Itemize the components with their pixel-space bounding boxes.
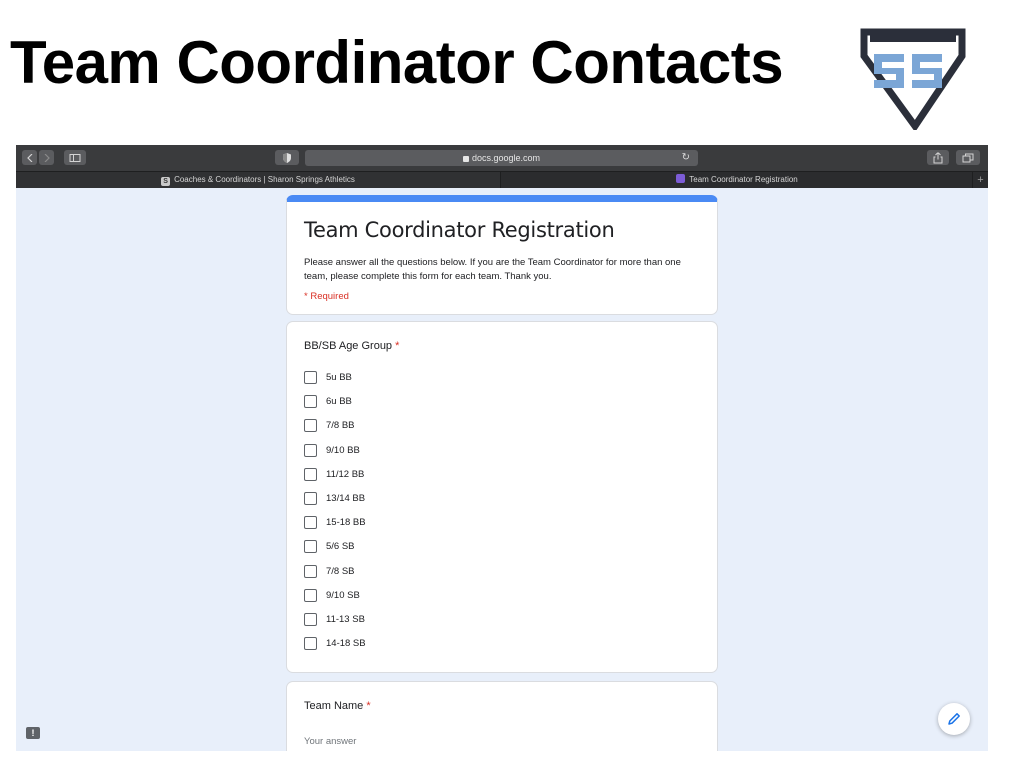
option-label: 7/8 SB	[326, 565, 355, 577]
option-label: 13/14 BB	[326, 492, 366, 504]
checkbox[interactable]	[304, 371, 317, 384]
tab-label: Team Coordinator Registration	[689, 175, 798, 184]
form-description: Please answer all the questions below. I…	[304, 257, 681, 282]
required-note: * Required	[304, 291, 349, 302]
option-label: 11/12 BB	[326, 468, 365, 480]
checkbox[interactable]	[304, 540, 317, 554]
question-title: BB/SB Age Group *	[304, 340, 399, 352]
feedback-icon[interactable]: !	[26, 727, 40, 739]
checkbox[interactable]	[304, 419, 317, 433]
option-label: 9/10 BB	[326, 444, 360, 456]
forms-icon	[676, 174, 686, 183]
forward-icon	[44, 153, 50, 162]
option-label: 9/10 SB	[326, 589, 360, 601]
option-label: 14-18 SB	[326, 638, 366, 650]
checkbox[interactable]	[304, 443, 317, 457]
checkbox[interactable]	[304, 612, 317, 626]
required-mark: *	[395, 340, 400, 352]
privacy-button[interactable]	[275, 150, 299, 165]
checkbox[interactable]	[304, 491, 317, 505]
sidebar-button[interactable]	[64, 150, 86, 165]
team-name-input[interactable]: Your answer	[304, 736, 356, 747]
tab-coaches-coordinators[interactable]: S Coaches & Coordinators | Sharon Springs…	[16, 172, 501, 188]
back-button[interactable]	[22, 150, 37, 165]
question-label: BB/SB Age Group	[304, 340, 393, 352]
team-name-question-card: Team Name * Your answer	[286, 681, 718, 751]
option-label: 7/8 BB	[326, 420, 355, 432]
share-button[interactable]	[927, 150, 949, 165]
checkbox[interactable]	[304, 516, 317, 530]
pencil-icon	[948, 713, 960, 725]
checkbox[interactable]	[304, 588, 317, 602]
address-url: docs.google.com	[471, 153, 541, 163]
slide-title: Team Coordinator Contacts	[10, 29, 784, 96]
browser-window: docs.google.com ↻ S Coaches & Coordinator…	[16, 145, 988, 751]
sharon-springs-logo	[860, 28, 966, 130]
option-label: 5u BB	[326, 372, 352, 383]
share-icon	[933, 152, 943, 163]
edit-button[interactable]	[938, 703, 970, 735]
browser-toolbar: docs.google.com ↻	[16, 145, 988, 171]
checkbox[interactable]	[304, 467, 317, 481]
form-title: Team Coordinator Registration	[304, 218, 615, 242]
form-header-card: Team Coordinator Registration Please ans…	[286, 195, 718, 315]
checkbox[interactable]	[304, 395, 317, 409]
address-bar[interactable]: docs.google.com ↻	[305, 150, 698, 166]
forward-button[interactable]	[39, 150, 54, 165]
tabs-overview-button[interactable]	[956, 150, 980, 165]
tabs-icon	[962, 153, 974, 162]
sharon-springs-favicon: S	[161, 177, 171, 186]
new-tab-button[interactable]: +	[972, 172, 988, 188]
privacy-shield-icon	[283, 152, 291, 163]
option-label: 11-13 SB	[326, 613, 365, 625]
tab-team-coordinator-registration[interactable]: Team Coordinator Registration	[502, 172, 972, 188]
age-group-question-card: BB/SB Age Group * 5u BB 6u BB 7/8 BB 9/1…	[286, 321, 718, 673]
tab-label: Coaches & Coordinators | Sharon Springs …	[174, 175, 355, 184]
sidebar-icon	[69, 153, 81, 162]
tab-bar: S Coaches & Coordinators | Sharon Springs…	[16, 171, 988, 188]
option-label: 5/6 SB	[326, 541, 355, 553]
required-mark: *	[366, 700, 371, 712]
checkbox[interactable]	[304, 637, 317, 651]
reload-icon[interactable]: ↻	[682, 150, 690, 166]
question-label: Team Name	[304, 700, 364, 712]
option-label: 6u BB	[326, 396, 352, 408]
option-label: 15-18 BB	[326, 517, 366, 529]
question-title: Team Name *	[304, 700, 371, 712]
lock-icon	[462, 156, 469, 162]
checkbox[interactable]	[304, 564, 317, 578]
back-icon	[26, 153, 32, 162]
